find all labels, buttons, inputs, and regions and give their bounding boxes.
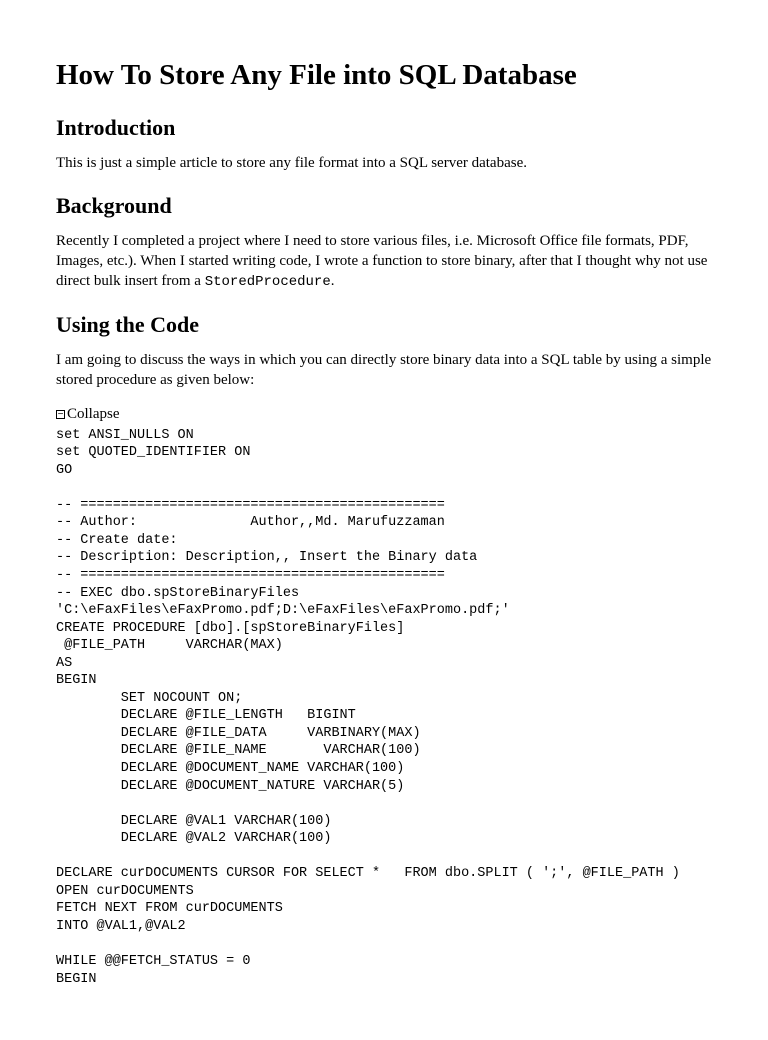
usingcode-heading: Using the Code	[56, 310, 712, 340]
minus-icon: −	[56, 410, 65, 419]
intro-heading: Introduction	[56, 113, 712, 143]
collapse-toggle[interactable]: − Collapse	[56, 404, 712, 424]
background-text: Recently I completed a project where I n…	[56, 231, 712, 292]
background-text-after: .	[331, 273, 335, 289]
background-heading: Background	[56, 191, 712, 221]
inline-code: StoredProcedure	[205, 274, 331, 290]
page-title: How To Store Any File into SQL Database	[56, 56, 712, 95]
background-text-before: Recently I completed a project where I n…	[56, 233, 707, 290]
collapse-label: Collapse	[67, 404, 120, 424]
code-block: set ANSI_NULLS ON set QUOTED_IDENTIFIER …	[56, 427, 712, 989]
intro-text: This is just a simple article to store a…	[56, 153, 712, 173]
usingcode-text: I am going to discuss the ways in which …	[56, 350, 712, 391]
